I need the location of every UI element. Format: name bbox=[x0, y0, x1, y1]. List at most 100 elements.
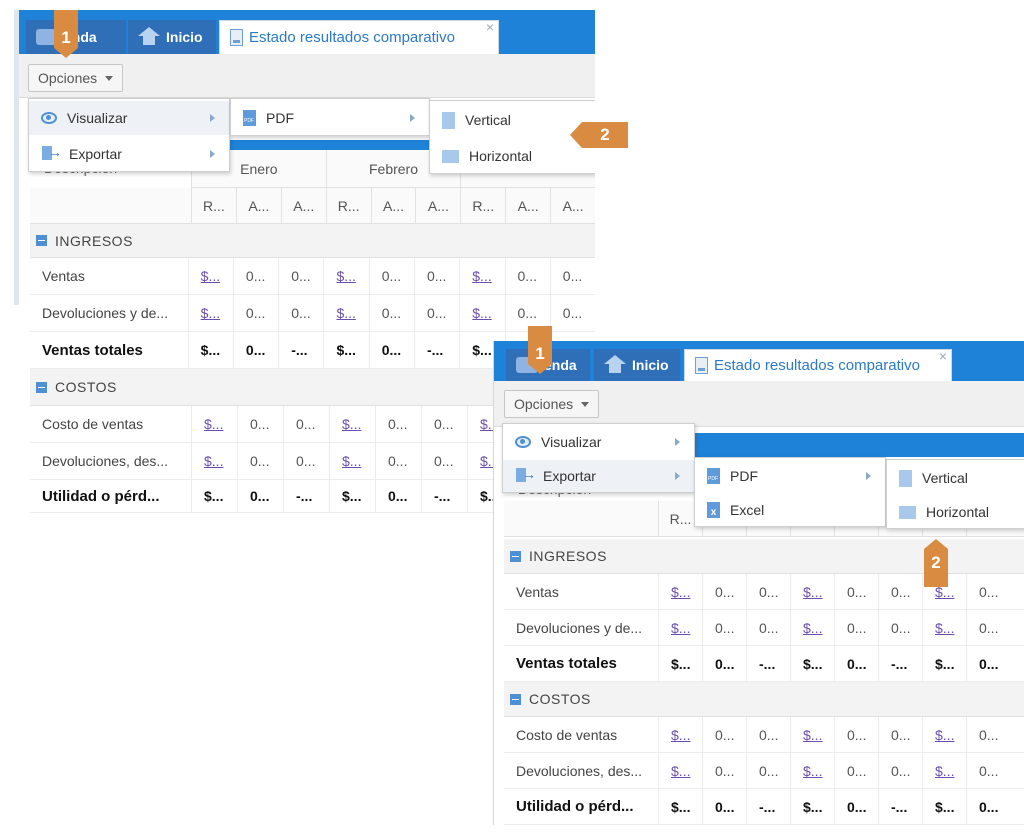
menu-item-label: PDF bbox=[266, 110, 294, 126]
pdf-icon bbox=[707, 468, 720, 484]
table-cell[interactable]: $... bbox=[187, 295, 233, 331]
table-cell[interactable]: $... bbox=[329, 406, 375, 442]
column-header[interactable]: A... bbox=[505, 188, 550, 223]
menu-item-label: Vertical bbox=[922, 470, 968, 486]
menu-item-vertical[interactable]: Vertical bbox=[887, 462, 1024, 494]
opciones-button[interactable]: Opciones bbox=[504, 390, 600, 418]
collapse-icon[interactable] bbox=[36, 235, 47, 246]
column-header[interactable]: A... bbox=[235, 188, 281, 223]
column-header[interactable]: R... bbox=[325, 188, 371, 223]
close-tab-icon[interactable]: × bbox=[939, 348, 947, 364]
table-cell: $... bbox=[922, 646, 966, 681]
column-header[interactable]: R... bbox=[460, 188, 505, 223]
chevron-right-icon bbox=[410, 114, 415, 122]
table-cell: 0... bbox=[702, 574, 746, 609]
table-cell[interactable]: $... bbox=[790, 717, 834, 752]
menu-item-pdf[interactable]: PDF bbox=[695, 460, 885, 492]
table-cell[interactable]: $... bbox=[459, 295, 504, 331]
table-cell: 0... bbox=[746, 717, 790, 752]
menu-item-label: Visualizar bbox=[67, 110, 128, 126]
pdf-icon bbox=[243, 110, 256, 126]
table-cell: 0... bbox=[966, 753, 1010, 788]
table-cell[interactable]: $... bbox=[922, 717, 966, 752]
step-number: 2 bbox=[600, 125, 610, 144]
table-cell: 0... bbox=[368, 332, 414, 368]
table-cell: -... bbox=[878, 789, 922, 824]
menu-item-exportar[interactable]: Exportar bbox=[29, 137, 229, 171]
table-cell[interactable]: $... bbox=[658, 574, 702, 609]
collapse-icon[interactable] bbox=[510, 550, 521, 562]
options-menu: Visualizar Exportar bbox=[28, 98, 230, 172]
opciones-label: Opciones bbox=[514, 396, 574, 412]
column-header[interactable]: A... bbox=[370, 188, 416, 223]
collapse-icon[interactable] bbox=[36, 381, 47, 393]
table-cell: 0... bbox=[549, 258, 595, 294]
menu-item-pdf[interactable]: PDF bbox=[231, 101, 429, 135]
menu-item-horizontal[interactable]: Horizontal bbox=[887, 496, 1024, 528]
table-cell[interactable]: $... bbox=[790, 574, 834, 609]
tab-estado-resultados[interactable]: Estado resultados comparativo × bbox=[684, 348, 952, 381]
tab-inicio[interactable]: Inicio bbox=[128, 20, 216, 54]
table-cell: $... bbox=[658, 789, 702, 824]
tab-estado-resultados[interactable]: Estado resultados comparativo × bbox=[219, 19, 499, 54]
table-cell: 0... bbox=[702, 646, 746, 681]
table-cell: 0... bbox=[834, 574, 878, 609]
table-cell: $... bbox=[191, 480, 237, 512]
table-cell: -... bbox=[746, 789, 790, 824]
step-badge-1: 1 bbox=[54, 10, 78, 58]
table-cell: 0... bbox=[232, 332, 278, 368]
column-header[interactable]: A... bbox=[550, 188, 595, 223]
eye-icon bbox=[41, 112, 57, 124]
section-ingresos[interactable]: INGRESOS bbox=[30, 224, 595, 258]
table-cell[interactable]: $... bbox=[329, 443, 375, 479]
pdf-orientation-submenu: Vertical Horizontal bbox=[886, 459, 1024, 529]
column-header[interactable]: R... bbox=[191, 188, 236, 223]
table-cell[interactable]: $... bbox=[191, 443, 237, 479]
menu-item-label: Visualizar bbox=[541, 434, 602, 450]
table-cell[interactable]: $... bbox=[922, 753, 966, 788]
table-cell[interactable]: $... bbox=[323, 295, 368, 331]
section-label: INGRESOS bbox=[529, 548, 607, 564]
table-cell[interactable]: $... bbox=[191, 406, 237, 442]
table-cell[interactable]: $... bbox=[658, 753, 702, 788]
table-cell: 0... bbox=[746, 574, 790, 609]
column-header[interactable]: A... bbox=[280, 188, 326, 223]
section-costos[interactable]: COSTOS bbox=[504, 682, 1024, 717]
table-cell: 0... bbox=[413, 258, 459, 294]
sub-header-row: R... A... A... R... A... A... R... A... … bbox=[30, 188, 595, 224]
step-number: 1 bbox=[535, 344, 545, 363]
table-cell: $... bbox=[790, 646, 834, 681]
opciones-button[interactable]: Opciones bbox=[28, 64, 124, 92]
table-cell: 0... bbox=[966, 717, 1010, 752]
tab-inicio[interactable]: Inicio bbox=[594, 349, 680, 381]
table-cell[interactable]: $... bbox=[658, 610, 702, 645]
menu-item-excel[interactable]: x Excel bbox=[695, 494, 885, 526]
collapse-icon[interactable] bbox=[510, 693, 521, 705]
table-cell[interactable]: $... bbox=[459, 258, 504, 294]
tab-inicio-label: Inicio bbox=[166, 29, 203, 45]
table-row-total: Ventas totales $... 0... -... $... 0... … bbox=[504, 646, 1024, 682]
row-label: Devoluciones, des... bbox=[42, 453, 169, 469]
menu-item-exportar[interactable]: Exportar bbox=[503, 460, 694, 492]
column-header[interactable]: A... bbox=[415, 188, 460, 223]
table-cell[interactable]: $... bbox=[922, 610, 966, 645]
row-label: Ventas bbox=[516, 583, 559, 600]
row-label: Utilidad o pérd... bbox=[516, 798, 634, 815]
table-cell[interactable]: $... bbox=[323, 258, 368, 294]
menu-item-visualizar[interactable]: Visualizar bbox=[503, 426, 694, 458]
table-cell[interactable]: $... bbox=[790, 610, 834, 645]
tab-inicio-label: Inicio bbox=[632, 357, 669, 373]
row-label: Devoluciones y de... bbox=[42, 305, 169, 321]
table-cell[interactable]: $... bbox=[187, 258, 233, 294]
table-cell: 0... bbox=[702, 789, 746, 824]
table-cell[interactable]: $... bbox=[790, 753, 834, 788]
chevron-down-icon bbox=[581, 401, 590, 407]
table-cell: 0... bbox=[237, 480, 283, 512]
table-cell: 0... bbox=[283, 406, 329, 442]
table-cell[interactable]: $... bbox=[658, 717, 702, 752]
menu-item-visualizar[interactable]: Visualizar bbox=[29, 101, 229, 135]
table-cell: 0... bbox=[966, 574, 1010, 609]
close-tab-icon[interactable]: × bbox=[486, 19, 494, 35]
toolbar: Opciones bbox=[494, 381, 1024, 427]
report-icon bbox=[695, 357, 708, 374]
